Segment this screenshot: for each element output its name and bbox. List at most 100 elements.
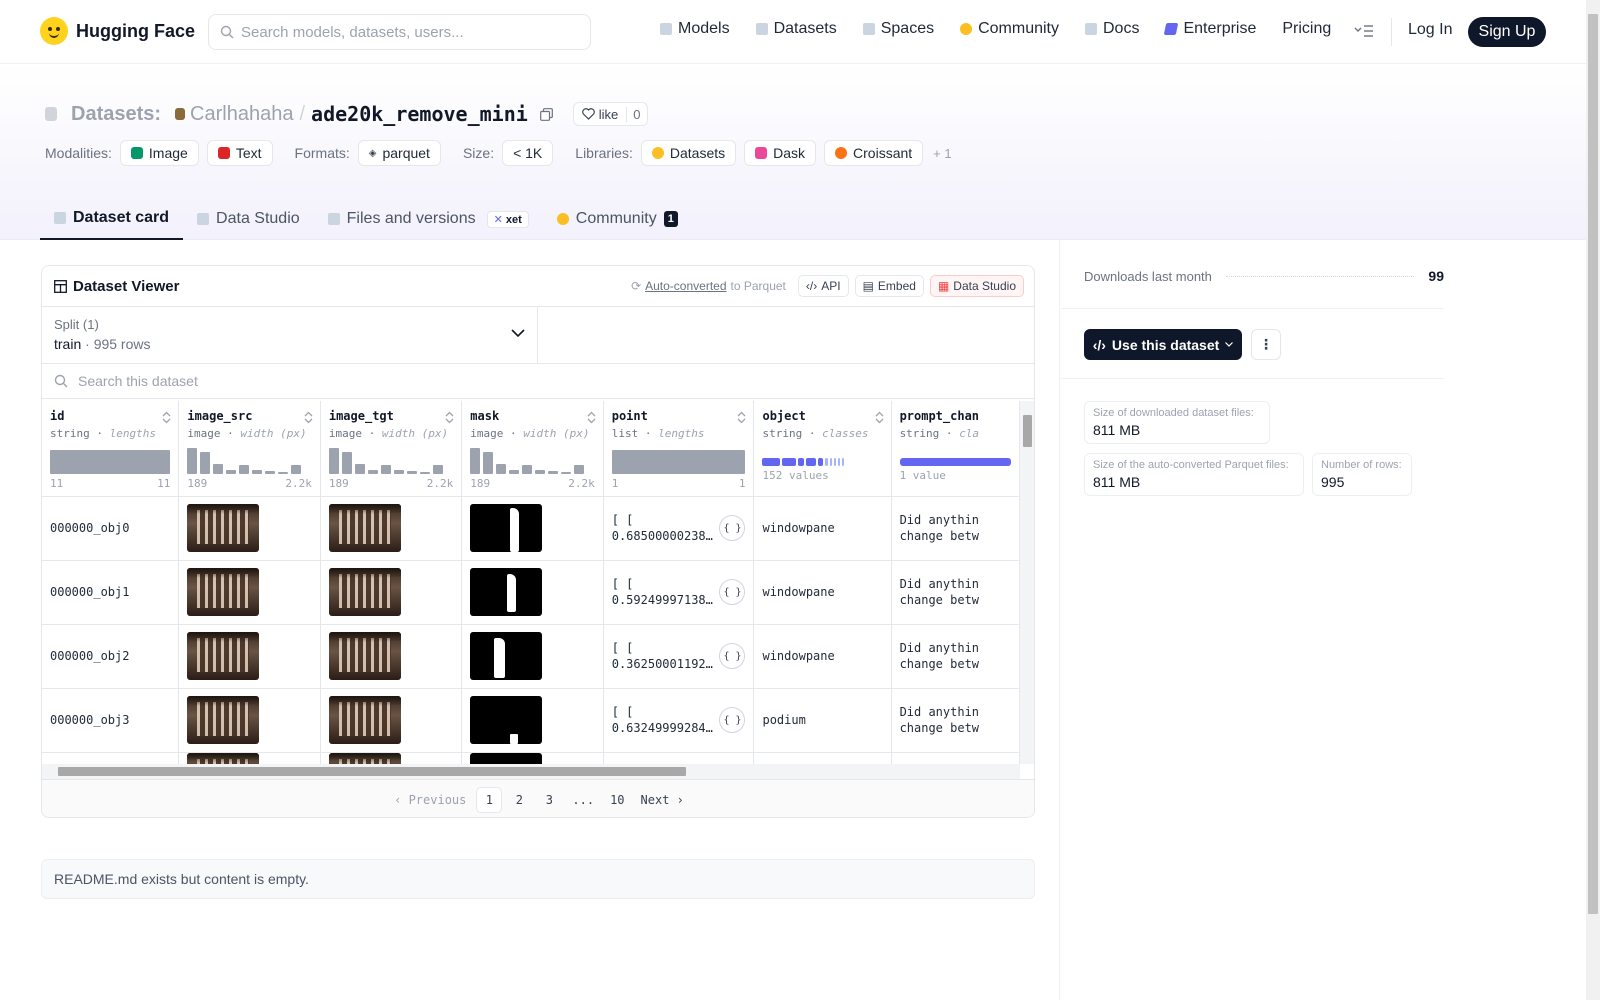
tag-datasets-lib[interactable]: Datasets (640, 140, 737, 166)
cell-object[interactable]: podium (753, 688, 892, 753)
tab-community[interactable]: Community 1 (543, 198, 692, 240)
cell-id[interactable]: 000000_obj2 (42, 624, 180, 689)
cell-mask[interactable] (461, 752, 604, 764)
scrollbar-thumb[interactable] (1023, 415, 1032, 447)
tag-image[interactable]: Image (119, 140, 199, 166)
cell-point[interactable]: [ [0.59249997138…{ } (603, 560, 755, 625)
image-thumbnail[interactable] (328, 568, 401, 616)
page-1[interactable]: 1 (476, 786, 503, 813)
expand-json-icon[interactable]: { } (719, 579, 746, 605)
global-search-input[interactable] (241, 23, 571, 41)
like-button[interactable]: like 0 (572, 102, 648, 126)
signup-button[interactable]: Sign Up (1468, 17, 1546, 47)
cell-id[interactable]: 000000_obj0 (42, 496, 180, 561)
table-row-partial[interactable] (42, 752, 1020, 764)
mask-thumbnail[interactable] (470, 696, 543, 744)
nav-models[interactable]: Models (660, 20, 730, 38)
repo-owner-link[interactable]: Carlhahaha (175, 103, 293, 126)
cell-point[interactable]: [ [0.36250001192…{ } (603, 624, 755, 689)
cell-image-tgt[interactable] (320, 688, 463, 753)
sort-icon[interactable] (304, 411, 313, 424)
sort-icon[interactable] (587, 411, 596, 424)
tab-dataset-card[interactable]: Dataset card (40, 198, 184, 240)
grid-vertical-scrollbar[interactable] (1020, 401, 1034, 764)
more-menu-icon[interactable] (1354, 24, 1374, 38)
expand-json-icon[interactable]: { } (719, 515, 746, 541)
embed-button[interactable]: ▤ Embed (854, 275, 924, 297)
dataset-search-input[interactable] (78, 373, 478, 389)
more-libraries[interactable]: + 1 (933, 146, 951, 161)
table-row[interactable]: 000000_obj2 [ [0.36250001192…{ } windowp… (42, 624, 1020, 689)
cell-id[interactable]: 000000_obj3 (42, 688, 180, 753)
image-thumbnail[interactable] (328, 696, 401, 744)
mask-thumbnail[interactable] (470, 632, 543, 680)
cell-prompt[interactable]: Did anythin change betw (891, 624, 1020, 689)
nav-enterprise[interactable]: Enterprise (1164, 20, 1256, 38)
auto-converted-link[interactable]: Auto-converted (645, 279, 726, 293)
nav-pricing[interactable]: Pricing (1282, 20, 1331, 38)
column-header-prompt[interactable]: prompt_chan string · cla 1 value (891, 401, 1020, 497)
column-header-id[interactable]: id string · lengths 11 11 (42, 401, 180, 497)
page-scrollbar[interactable] (1586, 0, 1600, 1000)
table-row[interactable]: 000000_obj0 [ [0.68500000238…{ } windowp… (42, 496, 1020, 561)
image-thumbnail[interactable] (328, 504, 401, 552)
image-thumbnail[interactable] (187, 696, 260, 744)
table-row[interactable]: 000000_obj3 [ [0.63249999284…{ } podium … (42, 688, 1020, 753)
page-2[interactable]: 2 (506, 787, 532, 813)
nav-datasets[interactable]: Datasets (755, 20, 837, 38)
page-10[interactable]: 10 (604, 787, 630, 813)
cell-image-src[interactable] (178, 688, 321, 753)
tag-croissant[interactable]: Croissant (824, 140, 924, 166)
tab-data-studio[interactable]: Data Studio (183, 198, 314, 240)
login-link[interactable]: Log In (1408, 21, 1452, 39)
sort-icon[interactable] (445, 411, 454, 424)
cell-prompt[interactable]: Did anythin change betw (891, 560, 1020, 625)
scrollbar-thumb[interactable] (58, 767, 686, 776)
column-header-image-src[interactable]: image_src image · width (px) 189 2.2k (178, 401, 321, 497)
sort-icon[interactable] (162, 411, 171, 424)
cell-image-tgt[interactable] (320, 752, 463, 764)
grid-horizontal-scrollbar[interactable] (42, 764, 1020, 779)
mask-thumbnail[interactable] (470, 752, 543, 764)
cell-prompt[interactable] (891, 752, 1020, 764)
image-thumbnail[interactable] (187, 504, 260, 552)
image-thumbnail[interactable] (328, 752, 401, 764)
copy-icon[interactable] (539, 107, 553, 121)
column-header-object[interactable]: object string · classes 152 values (753, 401, 892, 497)
column-header-point[interactable]: point list · lengths 11 (603, 401, 755, 497)
mask-thumbnail[interactable] (470, 568, 543, 616)
column-header-mask[interactable]: mask image · width (px) 189 2.2k (461, 401, 604, 497)
sort-icon[interactable] (875, 411, 884, 424)
mask-thumbnail[interactable] (470, 504, 543, 552)
data-studio-button[interactable]: ▦ Data Studio (929, 275, 1024, 297)
use-this-dataset-button[interactable]: ‹/› Use this dataset (1084, 329, 1242, 360)
cell-image-tgt[interactable] (320, 496, 463, 561)
tag-dask[interactable]: Dask (744, 140, 817, 166)
nav-community[interactable]: Community (960, 20, 1059, 38)
cell-image-src[interactable] (178, 496, 321, 561)
tag-text[interactable]: Text (206, 140, 273, 166)
cell-point[interactable]: [ [0.68500000238…{ } (603, 496, 755, 561)
image-thumbnail[interactable] (328, 632, 401, 680)
more-options-button[interactable]: ⋮ (1251, 329, 1281, 360)
global-search[interactable] (208, 14, 591, 50)
column-header-image-tgt[interactable]: image_tgt image · width (px) 189 2.2k (320, 401, 463, 497)
cell-image-tgt[interactable] (320, 624, 463, 689)
brand-link[interactable]: Hugging Face (40, 17, 195, 45)
cell-image-src[interactable] (178, 624, 321, 689)
expand-json-icon[interactable]: { } (719, 707, 746, 733)
cell-mask[interactable] (461, 688, 604, 753)
cell-object[interactable]: windowpane (753, 560, 892, 625)
cell-prompt[interactable]: Did anythin change betw (891, 496, 1020, 561)
scrollbar-thumb[interactable] (1588, 14, 1598, 914)
image-thumbnail[interactable] (187, 752, 260, 764)
cell-mask[interactable] (461, 624, 604, 689)
cell-prompt[interactable]: Did anythin change betw (891, 688, 1020, 753)
nav-spaces[interactable]: Spaces (862, 20, 934, 38)
tag-size[interactable]: < 1K (502, 140, 554, 166)
sort-icon[interactable] (737, 411, 746, 424)
page-3[interactable]: 3 (536, 787, 562, 813)
cell-object[interactable] (753, 752, 892, 764)
split-selector[interactable]: Split (1) train · 995 rows (42, 307, 538, 363)
cell-object[interactable]: windowpane (753, 496, 892, 561)
